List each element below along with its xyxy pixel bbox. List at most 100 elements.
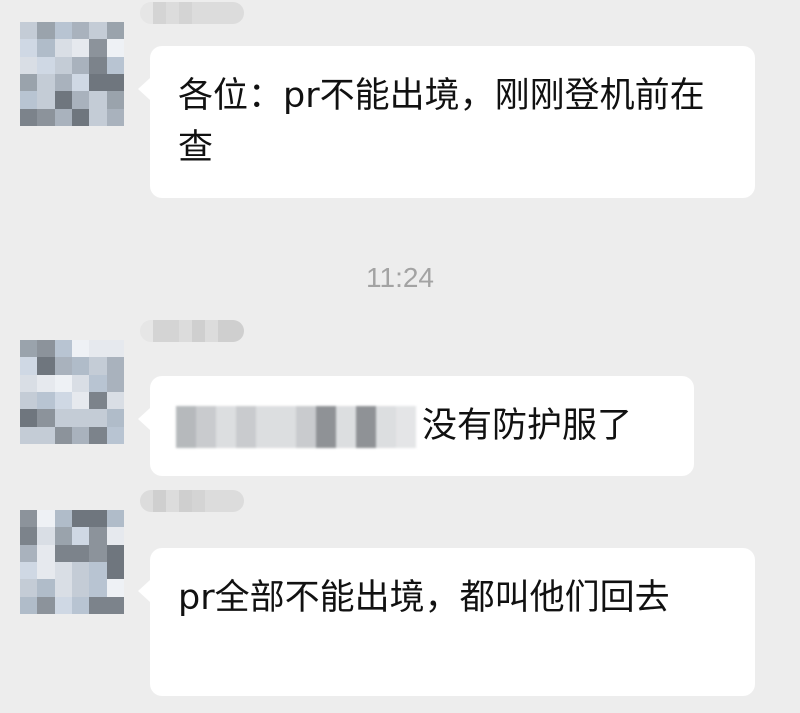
avatar-pixel xyxy=(20,91,38,109)
avatar-pixel xyxy=(106,544,124,562)
name-pixel xyxy=(218,2,231,24)
avatar-pixel xyxy=(72,39,90,57)
avatar-pixel xyxy=(89,39,107,57)
avatar-pixel xyxy=(89,392,107,410)
avatar-pixel xyxy=(20,108,38,126)
avatar-pixel xyxy=(106,91,124,109)
message-bubble[interactable]: pr全部不能出境，都叫他们回去 xyxy=(138,548,755,696)
avatar-pixel xyxy=(89,357,107,375)
avatar-pixel xyxy=(54,357,72,375)
avatar-pixel xyxy=(20,22,38,40)
avatar-pixel xyxy=(106,56,124,74)
avatar-pixel xyxy=(54,374,72,392)
avatar-pixel xyxy=(89,544,107,562)
timestamp: 11:24 xyxy=(366,262,434,293)
sender-name-redacted xyxy=(140,320,244,342)
name-pixel xyxy=(205,2,218,24)
name-pixel xyxy=(140,320,153,342)
name-pixel xyxy=(218,490,231,512)
avatar-pixel xyxy=(106,392,124,410)
avatar-pixel xyxy=(72,510,90,528)
avatar-pixel xyxy=(54,409,72,427)
sender-name-redacted xyxy=(140,2,244,24)
avatar-pixel xyxy=(37,357,55,375)
avatar-pixel xyxy=(89,426,107,444)
message-bubble[interactable]: 没有防护服了 xyxy=(138,376,694,476)
message-text: 没有防护服了 xyxy=(422,406,633,446)
avatar-pixel xyxy=(106,357,124,375)
redact-pixel xyxy=(196,406,216,448)
avatar-pixel xyxy=(72,579,90,597)
name-pixel xyxy=(231,490,244,512)
name-pixel xyxy=(179,320,192,342)
avatar-pixel xyxy=(20,39,38,57)
redact-pixel xyxy=(336,406,356,448)
name-pixel xyxy=(192,320,205,342)
name-pixel xyxy=(218,320,231,342)
avatar-pixel xyxy=(37,39,55,57)
redact-pixel xyxy=(356,406,376,448)
avatar-pixel xyxy=(54,426,72,444)
name-pixel xyxy=(153,490,166,512)
avatar-pixel xyxy=(54,22,72,40)
avatar-pixel xyxy=(89,74,107,92)
name-pixel xyxy=(179,490,192,512)
avatar-pixel xyxy=(20,544,38,562)
redact-pixel xyxy=(316,406,336,448)
name-pixel xyxy=(153,2,166,24)
avatar-pixel xyxy=(20,56,38,74)
avatar-pixel xyxy=(72,74,90,92)
avatar-pixel xyxy=(106,409,124,427)
name-pixel xyxy=(153,320,166,342)
avatar-pixel xyxy=(54,544,72,562)
avatar-pixel xyxy=(37,22,55,40)
sender-name-redacted xyxy=(140,490,244,512)
avatar-pixel xyxy=(37,91,55,109)
avatar-pixel xyxy=(89,579,107,597)
avatar-pixel xyxy=(72,392,90,410)
name-pixel xyxy=(205,320,218,342)
avatar-pixel xyxy=(72,596,90,614)
avatar-pixel xyxy=(89,340,107,358)
avatar-pixel xyxy=(89,596,107,614)
avatar-pixel xyxy=(54,527,72,545)
redact-pixel xyxy=(396,406,416,448)
avatar-pixel xyxy=(37,596,55,614)
avatar[interactable] xyxy=(20,510,124,614)
avatar-pixel xyxy=(20,74,38,92)
avatar-pixel xyxy=(106,596,124,614)
avatar[interactable] xyxy=(20,22,124,126)
redact-pixel xyxy=(176,406,196,448)
avatar-pixel xyxy=(106,527,124,545)
redact-pixel xyxy=(236,406,256,448)
avatar-pixel xyxy=(106,510,124,528)
avatar-pixel xyxy=(72,374,90,392)
name-pixel xyxy=(192,2,205,24)
avatar-pixel xyxy=(89,510,107,528)
avatar-pixel xyxy=(37,108,55,126)
avatar-pixel xyxy=(20,409,38,427)
avatar-pixel xyxy=(54,510,72,528)
avatar-pixel xyxy=(20,596,38,614)
avatar-pixel xyxy=(54,91,72,109)
name-pixel xyxy=(231,320,244,342)
avatar[interactable] xyxy=(20,340,124,444)
avatar-pixel xyxy=(20,374,38,392)
avatar-pixel xyxy=(54,74,72,92)
name-pixel xyxy=(192,490,205,512)
avatar-pixel xyxy=(72,357,90,375)
redact-pixel xyxy=(296,406,316,448)
avatar-pixel xyxy=(89,527,107,545)
avatar-pixel xyxy=(37,392,55,410)
name-pixel xyxy=(140,490,153,512)
message-bubble[interactable]: 各位：pr不能出境，刚刚登机前在查 xyxy=(138,46,755,198)
avatar-pixel xyxy=(72,562,90,580)
redact-pixel xyxy=(216,406,236,448)
avatar-pixel xyxy=(106,108,124,126)
message-text: pr全部不能出境，都叫他们回去 xyxy=(178,578,670,618)
avatar-pixel xyxy=(37,409,55,427)
avatar-pixel xyxy=(37,340,55,358)
redact-pixel xyxy=(276,406,296,448)
message-text: 各位：pr不能出境，刚刚登机前在查 xyxy=(178,76,705,168)
avatar-pixel xyxy=(37,510,55,528)
